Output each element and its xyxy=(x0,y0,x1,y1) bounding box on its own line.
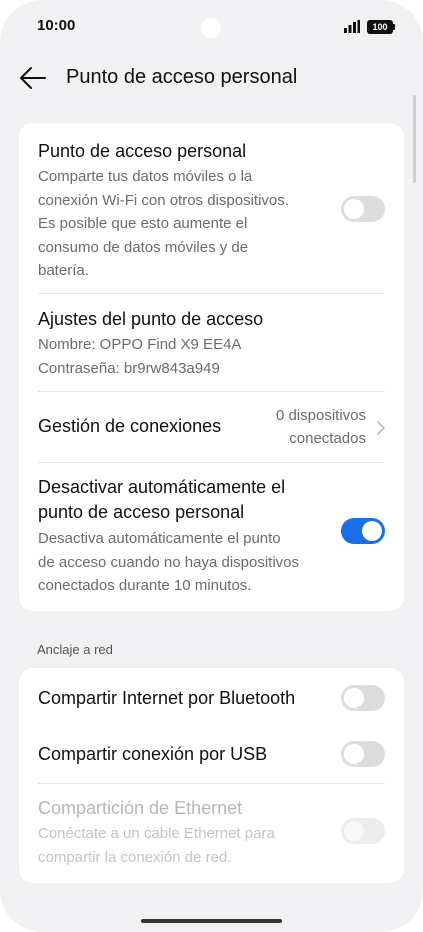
cellular-signal-icon xyxy=(344,20,360,33)
ethernet-tethering-row: Compartición de Ethernet Conéctate a un … xyxy=(19,784,404,883)
usb-tethering-toggle[interactable] xyxy=(341,741,385,767)
ethernet-description-line: compartir la conexión de red. xyxy=(38,848,232,866)
bluetooth-tethering-title: Compartir Internet por Bluetooth xyxy=(38,688,296,708)
hotspot-settings-row[interactable]: Ajustes del punto de acceso Nombre: OPPO… xyxy=(19,294,404,391)
ethernet-description-line: Conéctate a un cable Ethernet para xyxy=(38,825,275,842)
toggle-knob xyxy=(344,688,364,708)
scrollbar[interactable] xyxy=(413,95,416,183)
auto-disable-description-line: conectados durante 10 minutos. xyxy=(38,577,252,594)
auto-disable-title-line: punto de acceso personal xyxy=(38,502,245,522)
hotspot-settings-title: Ajustes del punto de acceso xyxy=(38,309,264,329)
usb-tethering-row[interactable]: Compartir conexión por USB xyxy=(19,726,404,783)
connected-devices-line: 0 dispositivos xyxy=(275,407,366,424)
hotspot-description-line: consumo de datos móviles y de xyxy=(38,238,249,256)
chevron-right-icon xyxy=(377,421,385,435)
tethering-card: Compartir Internet por Bluetooth Compart… xyxy=(19,668,404,883)
hotspot-row[interactable]: Punto de acceso personal Comparte tus da… xyxy=(19,123,404,293)
hotspot-password: Contraseña: br9rw843a949 xyxy=(38,359,220,377)
bluetooth-tethering-row[interactable]: Compartir Internet por Bluetooth xyxy=(19,668,404,726)
tethering-section-label: Anclaje a red xyxy=(37,642,113,657)
connection-management-row[interactable]: Gestión de conexiones 0 dispositivos con… xyxy=(19,392,404,462)
auto-disable-row[interactable]: Desactivar automáticamente el punto de a… xyxy=(19,463,404,611)
auto-disable-title: Desactivar automáticamente el punto de a… xyxy=(38,475,285,525)
phone-screen: 10:00 100 Punto de acceso personal Punto… xyxy=(0,0,423,932)
auto-disable-description-line: de acceso cuando no haya dispositivos xyxy=(38,553,300,571)
auto-disable-description-line: Desactiva automáticamente el punto xyxy=(38,530,281,547)
hotspot-description: Comparte tus datos móviles o la conexión… xyxy=(38,165,289,283)
hotspot-description-line: conexión Wi-Fi con otros dispositivos. xyxy=(38,191,289,209)
connected-devices-line: conectados xyxy=(289,430,366,447)
hotspot-description-line: batería. xyxy=(38,262,89,279)
arrow-left-icon[interactable] xyxy=(18,64,48,92)
front-camera-cutout xyxy=(201,18,221,38)
battery-icon: 100 xyxy=(367,20,393,34)
toggle-knob xyxy=(362,521,382,541)
hotspot-description-line: Es posible que esto aumente el xyxy=(38,215,248,232)
toggle-knob xyxy=(344,744,364,764)
ethernet-tethering-title: Compartición de Ethernet xyxy=(38,798,243,818)
hotspot-title: Punto de acceso personal xyxy=(38,141,247,161)
toggle-knob xyxy=(344,199,364,219)
battery-tip xyxy=(393,24,395,30)
page-title: Punto de acceso personal xyxy=(66,66,298,88)
usb-tethering-title: Compartir conexión por USB xyxy=(38,744,268,764)
auto-disable-toggle[interactable] xyxy=(341,518,385,544)
ethernet-tethering-toggle xyxy=(341,818,385,844)
status-time: 10:00 xyxy=(37,17,76,34)
connected-devices-count: 0 dispositivos conectados xyxy=(276,404,366,450)
ethernet-tethering-description: Conéctate a un cable Ethernet para compa… xyxy=(38,822,275,869)
bluetooth-tethering-toggle[interactable] xyxy=(341,685,385,711)
hotspot-toggle[interactable] xyxy=(341,196,385,222)
hotspot-description-line: Comparte tus datos móviles o la xyxy=(38,168,253,185)
connection-management-title: Gestión de conexiones xyxy=(38,416,222,436)
hotspot-settings-details: Nombre: OPPO Find X9 EE4A Contraseña: br… xyxy=(38,333,241,380)
auto-disable-description: Desactiva automáticamente el punto de ac… xyxy=(38,527,299,598)
hotspot-name: Nombre: OPPO Find X9 EE4A xyxy=(38,336,242,353)
home-indicator[interactable] xyxy=(141,919,282,923)
auto-disable-title-line: Desactivar automáticamente el xyxy=(38,477,286,497)
battery-level: 100 xyxy=(372,22,388,32)
hotspot-card: Punto de acceso personal Comparte tus da… xyxy=(19,123,404,611)
toggle-knob xyxy=(344,821,364,841)
